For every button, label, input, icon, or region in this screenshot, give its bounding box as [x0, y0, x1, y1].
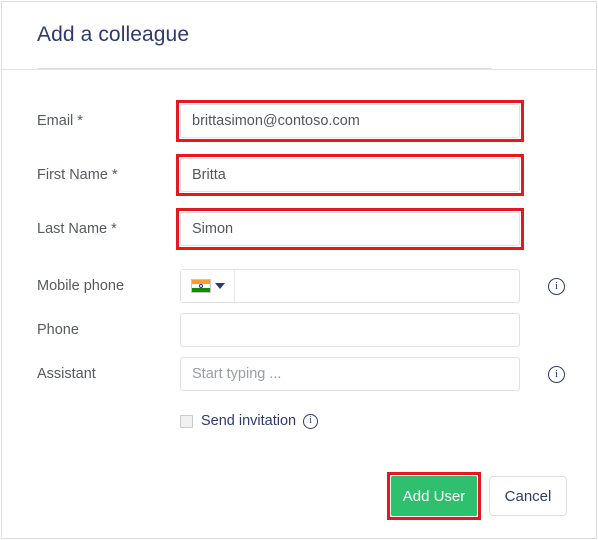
mobile-phone-field-wrap [180, 269, 520, 303]
assistant-label: Assistant [37, 366, 96, 382]
phone-input[interactable] [180, 313, 520, 347]
email-input[interactable] [180, 104, 520, 138]
first-name-label: First Name * [37, 167, 118, 183]
phone-field-wrap [180, 313, 520, 347]
form-row-phone: Phone [2, 313, 596, 347]
first-name-field-wrap [176, 154, 524, 196]
india-flag-icon [190, 279, 211, 293]
dialog-footer: Add User Cancel [2, 472, 596, 532]
phone-label: Phone [37, 322, 79, 338]
assistant-info-icon[interactable]: i [548, 366, 565, 383]
last-name-field-wrap [176, 208, 524, 250]
mobile-phone-input[interactable] [235, 270, 519, 302]
mobile-phone-info-icon[interactable]: i [548, 278, 565, 295]
send-invitation-row: Send invitation i [180, 411, 319, 431]
ashoka-chakra-icon [198, 284, 203, 288]
send-invitation-info-icon[interactable]: i [303, 413, 319, 429]
mobile-phone-group [180, 269, 520, 303]
country-code-select[interactable] [181, 270, 235, 302]
last-name-input[interactable] [180, 212, 520, 246]
last-name-label: Last Name * [37, 221, 117, 237]
first-name-input[interactable] [180, 158, 520, 192]
mobile-phone-label: Mobile phone [37, 278, 125, 294]
dialog-header: Add a colleague [2, 2, 596, 69]
email-field-wrap [176, 100, 524, 142]
assistant-input[interactable] [180, 357, 520, 391]
email-label: Email * [37, 113, 83, 129]
send-invitation-checkbox[interactable] [180, 414, 193, 428]
assistant-field-wrap [180, 357, 520, 391]
page-title: Add a colleague [37, 23, 190, 46]
form-row-last-name: Last Name * [2, 208, 596, 250]
colleague-form: Email * First Name * Last Name * [2, 70, 596, 538]
cancel-button[interactable]: Cancel [489, 476, 567, 516]
add-user-button[interactable]: Add User [391, 476, 477, 516]
add-colleague-dialog: Add a colleague Email * First Name * [1, 1, 597, 539]
form-row-first-name: First Name * [2, 154, 596, 196]
form-row-mobile-phone: Mobile phone i [2, 269, 596, 303]
chevron-down-icon [214, 283, 225, 289]
form-row-assistant: Assistant i [2, 357, 596, 391]
send-invitation-label: Send invitation [201, 413, 297, 429]
add-colleague-screen: Add a colleague Email * First Name * [0, 0, 598, 540]
form-row-email: Email * [2, 100, 596, 142]
